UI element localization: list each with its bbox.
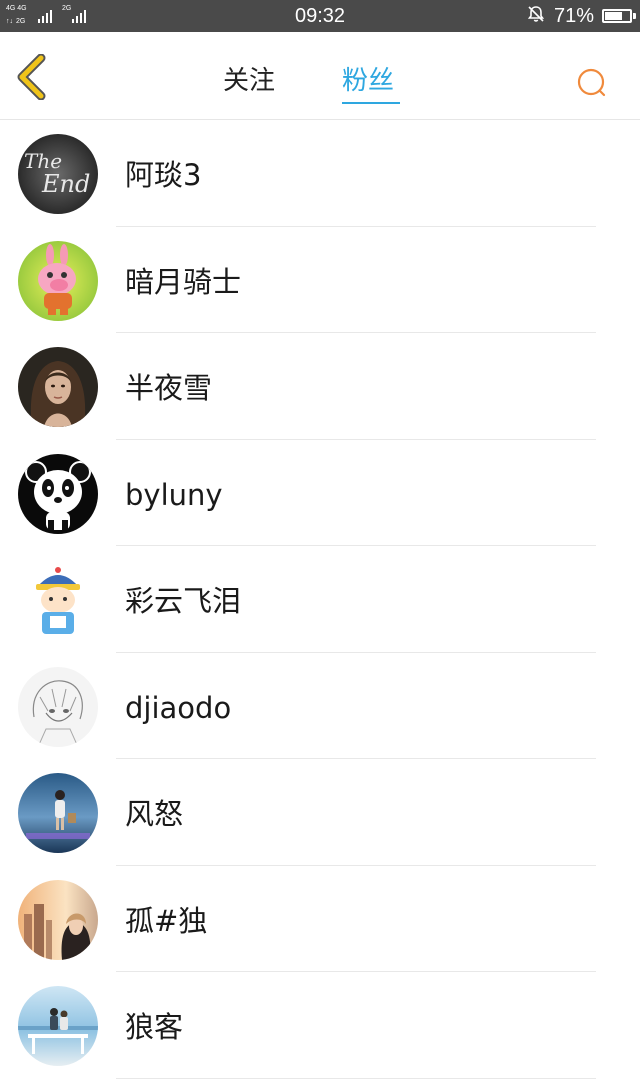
fan-list-item[interactable]: byluny	[0, 440, 640, 546]
battery-percent: 71%	[553, 4, 594, 27]
anime-sketch-avatar[interactable]	[18, 666, 98, 747]
back-button[interactable]	[10, 53, 56, 101]
search-icon	[577, 68, 606, 97]
active-tab-indicator	[342, 102, 400, 104]
fan-list-item[interactable]: 风怒	[0, 759, 640, 866]
battery-level	[605, 12, 622, 20]
status-bar: 4G 4G ↑↓ 2G 2G 09:32 71%	[0, 0, 640, 32]
fan-list-item[interactable]: djiaodo	[0, 653, 640, 759]
fan-name: 风怒	[125, 797, 184, 831]
nav-bar: 关注 粉丝	[0, 32, 640, 120]
girl-seaside-avatar[interactable]	[18, 773, 98, 853]
woman-portrait-avatar[interactable]	[18, 347, 98, 427]
battery-icon	[602, 9, 636, 23]
fan-name: 暗月骑士	[125, 264, 242, 299]
the-end-avatar[interactable]: The End	[18, 134, 98, 214]
fan-list: The End 阿琰3 暗月骑士 半夜雪 byluny 彩云飞泪 djiaodo…	[0, 120, 640, 1079]
fan-name: byluny	[125, 477, 223, 512]
status-right: 71%	[526, 0, 636, 32]
fan-list-item[interactable]: 彩云飞泪	[0, 546, 640, 653]
pink-bunny-avatar[interactable]	[18, 240, 98, 321]
panda-avatar[interactable]	[18, 453, 98, 534]
tab-follow[interactable]: 关注	[223, 64, 275, 98]
chevron-left-icon	[17, 53, 46, 101]
girl-city-avatar[interactable]	[18, 879, 98, 960]
mute-bell-icon	[526, 4, 546, 28]
couple-beach-avatar[interactable]	[18, 986, 98, 1066]
fan-list-item[interactable]: 暗月骑士	[0, 227, 640, 333]
fan-list-item[interactable]: 半夜雪	[0, 333, 640, 440]
fan-list-item[interactable]: 孤#独	[0, 866, 640, 972]
fan-name: djiaodo	[125, 690, 232, 725]
search-button[interactable]	[572, 64, 612, 104]
fan-list-item[interactable]: 狼客	[0, 972, 640, 1079]
fan-list-item[interactable]: The End 阿琰3	[0, 120, 640, 227]
fan-name: 彩云飞泪	[125, 584, 242, 618]
fan-name: 阿琰3	[125, 158, 202, 192]
fan-name: 狼客	[125, 1010, 184, 1044]
fan-name: 半夜雪	[125, 371, 213, 405]
tab-fans[interactable]: 粉丝	[342, 64, 394, 98]
svg-text:End: End	[41, 170, 90, 198]
cartoon-boy-avatar[interactable]	[18, 560, 98, 640]
fan-name: 孤#独	[125, 903, 208, 938]
